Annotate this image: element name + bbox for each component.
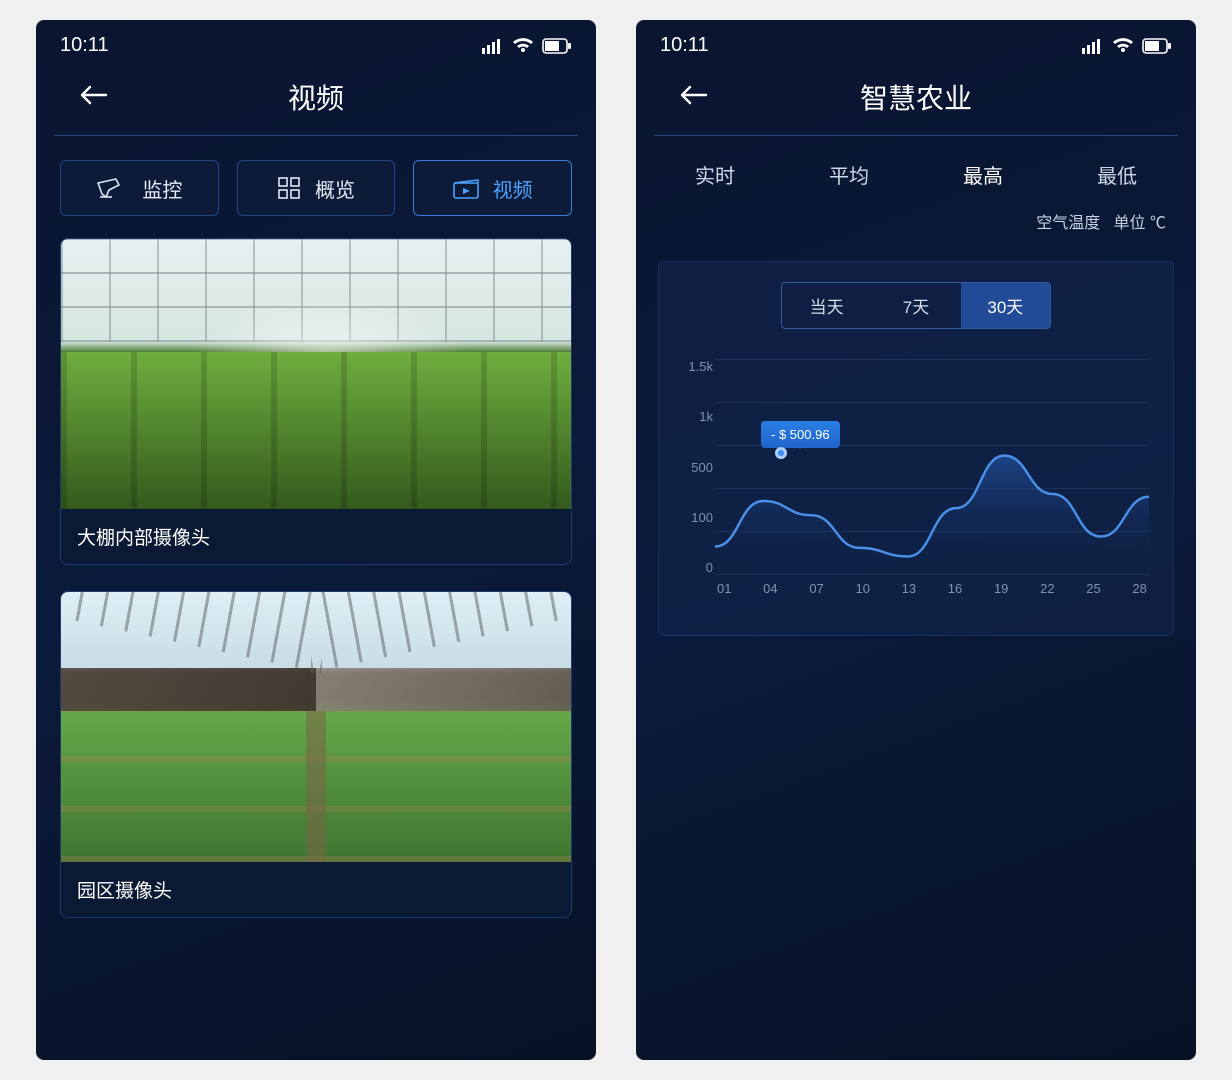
tab-video[interactable]: 视频	[413, 160, 572, 216]
status-bar: 10:11	[636, 20, 1196, 67]
y-tick: 0	[673, 560, 713, 575]
page-title: 视频	[78, 77, 554, 117]
x-tick: 19	[994, 581, 1008, 609]
x-tick: 22	[1040, 581, 1054, 609]
status-indicators	[482, 38, 572, 54]
tab-video-label: 视频	[493, 174, 533, 203]
tab-max[interactable]: 最高	[953, 156, 1013, 193]
signal-icon	[1082, 38, 1104, 54]
status-indicators	[1082, 38, 1172, 54]
status-time: 10:11	[660, 34, 709, 57]
video-thumbnail	[61, 592, 571, 862]
x-tick: 01	[717, 581, 731, 609]
x-tick: 13	[902, 581, 916, 609]
range-7d[interactable]: 7天	[871, 283, 960, 328]
metric-subinfo: 空气温度 单位 ℃	[636, 201, 1196, 249]
camera-icon	[96, 177, 128, 199]
clapper-icon	[453, 177, 479, 199]
x-tick: 16	[948, 581, 962, 609]
video-card-label: 园区摄像头	[61, 862, 571, 917]
x-tick: 10	[855, 581, 869, 609]
x-tick: 28	[1132, 581, 1146, 609]
y-tick: 1k	[673, 409, 713, 424]
app-header: 视频	[54, 67, 578, 136]
y-tick: 100	[673, 510, 713, 525]
wifi-icon	[1112, 38, 1134, 54]
wifi-icon	[512, 38, 534, 54]
view-switch: 监控 概览 视频	[36, 136, 596, 216]
time-range-segment: 当天 7天 30天	[781, 282, 1051, 329]
app-header: 智慧农业	[654, 67, 1178, 136]
page-title: 智慧农业	[678, 77, 1154, 117]
tab-monitor-label: 监控	[142, 174, 182, 203]
range-30d[interactable]: 30天	[961, 283, 1050, 328]
line-chart[interactable]: 1.5k 1k 500 100 0 - $ 500.96	[715, 359, 1149, 609]
chart-tooltip: - $ 500.96	[761, 421, 840, 448]
battery-icon	[1142, 38, 1172, 54]
video-card-list: 大棚内部摄像头 园区摄像头	[36, 216, 596, 918]
x-tick: 07	[809, 581, 823, 609]
y-tick: 1.5k	[673, 359, 713, 374]
grid-icon	[277, 176, 301, 200]
video-thumbnail	[61, 239, 571, 509]
tab-overview[interactable]: 概览	[237, 160, 396, 216]
phone-screen-video: 10:11 视频 监控 概览 视频 大棚内部摄像头	[36, 20, 596, 1060]
phone-screen-analytics: 10:11 智慧农业 实时 平均 最高 最低 空气温度 单位 ℃ 当天 7天 3…	[636, 20, 1196, 1060]
tab-monitor[interactable]: 监控	[60, 160, 219, 216]
metric-unit: 单位 ℃	[1114, 215, 1166, 232]
chart-panel: 当天 7天 30天 1.5k 1k 500 100 0	[658, 261, 1174, 636]
y-tick: 500	[673, 460, 713, 475]
chart-y-axis: 1.5k 1k 500 100 0	[673, 359, 713, 575]
status-bar: 10:11	[36, 20, 596, 67]
chart-x-axis: 01 04 07 10 13 16 19 22 25 28	[715, 581, 1149, 609]
video-card[interactable]: 园区摄像头	[60, 591, 572, 918]
x-tick: 25	[1086, 581, 1100, 609]
video-card[interactable]: 大棚内部摄像头	[60, 238, 572, 565]
metric-name: 空气温度	[1036, 215, 1100, 232]
video-card-label: 大棚内部摄像头	[61, 509, 571, 564]
tab-average[interactable]: 平均	[819, 156, 879, 193]
range-today[interactable]: 当天	[782, 283, 871, 328]
tab-realtime[interactable]: 实时	[685, 156, 745, 193]
metric-type-tabs: 实时 平均 最高 最低	[636, 136, 1196, 201]
battery-icon	[542, 38, 572, 54]
chart-plot	[715, 359, 1149, 572]
tab-overview-label: 概览	[315, 174, 355, 203]
x-tick: 04	[763, 581, 777, 609]
tab-min[interactable]: 最低	[1087, 156, 1147, 193]
chart-highlight-dot	[775, 447, 787, 459]
signal-icon	[482, 38, 504, 54]
status-time: 10:11	[60, 34, 109, 57]
